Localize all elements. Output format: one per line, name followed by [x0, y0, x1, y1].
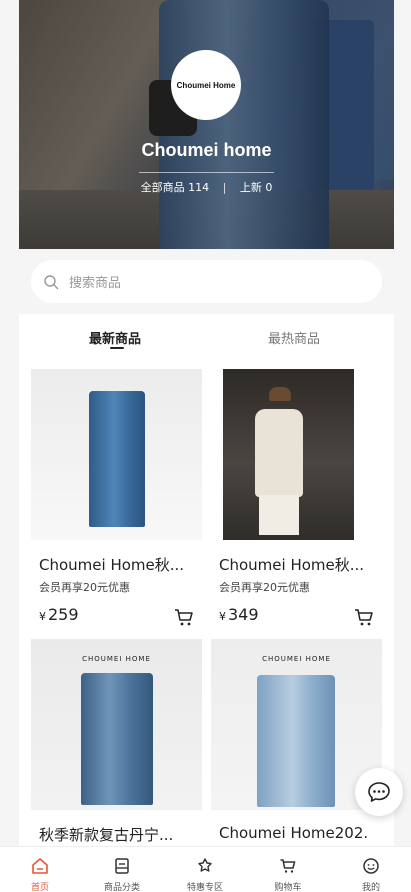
product-title[interactable]: Choumei Home202... — [219, 824, 369, 842]
product-promo: 会员再享20元优惠 — [39, 581, 130, 594]
tab-popular[interactable]: 最热商品 — [268, 328, 320, 347]
profile-icon — [363, 858, 379, 874]
tabbar-label: 购物车 — [274, 883, 302, 892]
add-to-cart-icon[interactable] — [173, 607, 195, 627]
product-image[interactable]: CHOUMEI HOME — [31, 639, 202, 810]
search-input[interactable]: 搜索商品 — [69, 272, 121, 291]
stats-separator: | — [222, 181, 227, 194]
tabbar-deals[interactable]: 特惠专区 — [169, 847, 241, 892]
product-price: ¥349 — [219, 605, 259, 624]
category-icon — [115, 858, 129, 874]
customer-service-button[interactable] — [355, 768, 403, 816]
tabbar-cart[interactable]: 购物车 — [252, 847, 324, 892]
deal-icon — [198, 858, 212, 872]
product-card[interactable]: Choumei Home秋... 会员再享20元优惠 ¥259 — [31, 369, 202, 629]
tabbar-label: 商品分类 — [103, 883, 140, 892]
product-image[interactable] — [31, 369, 202, 540]
shop-stats: 全部商品 114 | 上新 0 — [19, 179, 394, 195]
new-products-label[interactable]: 上新 — [240, 181, 262, 194]
cart-icon — [280, 859, 296, 873]
tabbar-label: 特惠专区 — [186, 883, 223, 892]
total-products-count[interactable]: 114 — [188, 181, 209, 194]
shop-banner: Choumei Home Choumei home 全部商品 114 | 上新 … — [19, 0, 394, 249]
product-panel: 最新商品 最热商品 Choumei Home秋... 会员再享20元优惠 ¥25… — [19, 314, 394, 854]
product-title[interactable]: Choumei Home秋... — [219, 554, 369, 575]
search-bar[interactable]: 搜索商品 — [31, 260, 382, 303]
tab-latest[interactable]: 最新商品 — [89, 328, 141, 347]
home-icon — [32, 858, 48, 874]
total-products-label[interactable]: 全部商品 — [141, 181, 185, 194]
product-price: ¥259 — [39, 605, 79, 624]
divider — [139, 172, 274, 173]
product-card[interactable]: Choumei Home秋... 会员再享20元优惠 ¥349 — [211, 369, 382, 629]
shop-name: Choumei home — [141, 140, 272, 160]
product-promo: 会员再享20元优惠 — [219, 581, 310, 594]
chat-icon — [368, 782, 390, 802]
bottom-tab-bar: 首页 商品分类 特惠专区 购物车 我的 — [0, 846, 411, 892]
product-image[interactable] — [211, 369, 382, 540]
tabbar-profile[interactable]: 我的 — [335, 847, 407, 892]
product-title[interactable]: 秋季新款复古丹宁... — [39, 824, 189, 845]
new-products-count[interactable]: 0 — [265, 181, 272, 194]
tabbar-label: 我的 — [361, 883, 380, 892]
shop-logo[interactable]: Choumei Home — [171, 50, 241, 120]
tabbar-category[interactable]: 商品分类 — [86, 847, 158, 892]
product-title[interactable]: Choumei Home秋... — [39, 554, 189, 575]
product-tabs: 最新商品 最热商品 — [19, 314, 394, 358]
tabbar-home[interactable]: 首页 — [4, 847, 76, 892]
tabbar-label: 首页 — [30, 883, 49, 892]
product-card[interactable]: CHOUMEI HOME 秋季新款复古丹宁... — [31, 639, 202, 845]
add-to-cart-icon[interactable] — [353, 607, 375, 627]
product-card[interactable]: CHOUMEI HOME Choumei Home202... — [211, 639, 382, 842]
search-icon — [44, 274, 59, 289]
active-tab-indicator — [110, 347, 124, 349]
